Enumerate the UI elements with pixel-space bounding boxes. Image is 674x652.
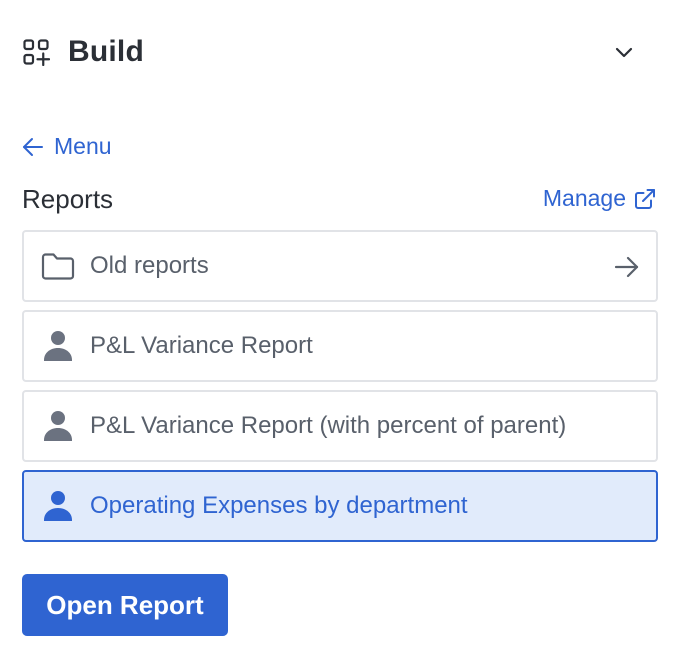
back-to-menu-link[interactable]: Menu	[22, 133, 112, 160]
panel-header: Build	[22, 28, 646, 76]
arrow-left-icon	[22, 136, 44, 158]
panel-title: Build	[68, 35, 144, 68]
apps-grid-plus-icon	[22, 38, 50, 66]
manage-link-label: Manage	[542, 185, 626, 211]
list-item-pl-variance-report[interactable]: P&L Variance Report	[22, 310, 658, 382]
chevron-down-icon[interactable]	[612, 40, 636, 64]
external-link-icon	[634, 188, 656, 210]
list-item-label: P&L Variance Report	[90, 332, 313, 359]
reports-list: Old reports P&L Variance Report P&L Vari…	[22, 230, 658, 550]
person-icon	[41, 489, 75, 523]
list-item-operating-expenses[interactable]: Operating Expenses by department	[22, 470, 658, 542]
list-item-old-reports[interactable]: Old reports	[22, 230, 658, 302]
list-item-label: Operating Expenses by department	[90, 492, 468, 519]
folder-icon	[41, 249, 75, 283]
person-icon	[41, 329, 75, 363]
build-panel: Build Menu Reports Manage Old reports P&…	[0, 0, 674, 652]
open-report-button[interactable]: Open Report	[22, 574, 228, 636]
list-item-label: P&L Variance Report (with percent of par…	[90, 412, 567, 439]
list-item-label: Old reports	[90, 252, 209, 279]
arrow-right-icon	[614, 254, 640, 280]
list-item-pl-variance-report-percent[interactable]: P&L Variance Report (with percent of par…	[22, 390, 658, 462]
person-icon	[41, 409, 75, 443]
back-link-label: Menu	[54, 133, 112, 159]
manage-link[interactable]: Manage	[543, 185, 656, 212]
reports-heading: Reports	[22, 184, 114, 214]
